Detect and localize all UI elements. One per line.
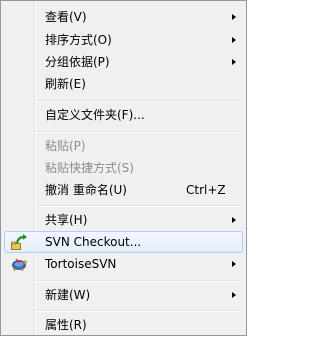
menu-separator	[36, 100, 241, 102]
menu-separator	[36, 310, 241, 312]
submenu-arrow-icon	[232, 59, 236, 65]
menu-item-label: 自定义文件夹(F)...	[45, 108, 145, 122]
menu-item-view[interactable]: 查看(V)	[4, 6, 243, 28]
menu-item-share[interactable]: 共享(H)	[4, 209, 243, 231]
submenu-arrow-icon	[232, 14, 236, 20]
menu-item-label: 排序方式(O)	[45, 33, 112, 47]
submenu-arrow-icon	[232, 217, 236, 223]
menu-item-label: 刷新(E)	[45, 77, 86, 91]
menu-item-label: 撤消 重命名(U)	[45, 183, 127, 197]
menu-item-label: SVN Checkout...	[45, 235, 142, 249]
menu-item-sort-by[interactable]: 排序方式(O)	[4, 29, 243, 51]
menu-item-shortcut: Ctrl+Z	[186, 183, 226, 197]
context-menu: 查看(V) 排序方式(O) 分组依据(P) 刷新(E) 自定义文件夹(F)...…	[0, 0, 247, 336]
menu-item-customize-folder[interactable]: 自定义文件夹(F)...	[4, 104, 243, 126]
tortoise-icon	[11, 256, 27, 272]
menu-item-properties[interactable]: 属性(R)	[4, 314, 243, 336]
menu-item-label: 属性(R)	[45, 318, 87, 332]
menu-item-label: 分组依据(P)	[45, 55, 110, 69]
menu-item-group-by[interactable]: 分组依据(P)	[4, 51, 243, 73]
submenu-arrow-icon	[232, 37, 236, 43]
menu-item-tortoisesvn[interactable]: TortoiseSVN	[4, 253, 243, 275]
menu-item-paste[interactable]: 粘贴(P)	[4, 135, 243, 157]
menu-item-refresh[interactable]: 刷新(E)	[4, 73, 243, 95]
menu-separator	[36, 131, 241, 133]
menu-item-label: 粘贴快捷方式(S)	[45, 161, 134, 175]
menu-item-label: 新建(W)	[45, 288, 91, 302]
svn-checkout-icon	[11, 234, 27, 250]
menu-separator	[36, 205, 241, 207]
menu-item-undo-rename[interactable]: 撤消 重命名(U) Ctrl+Z	[4, 179, 243, 201]
menu-item-label: 粘贴(P)	[45, 139, 86, 153]
submenu-arrow-icon	[232, 261, 236, 267]
menu-item-new[interactable]: 新建(W)	[4, 284, 243, 306]
menu-item-label: 查看(V)	[45, 10, 87, 24]
menu-item-svn-checkout[interactable]: SVN Checkout...	[4, 231, 243, 253]
menu-item-label: TortoiseSVN	[45, 257, 117, 271]
submenu-arrow-icon	[232, 292, 236, 298]
menu-separator	[36, 280, 241, 282]
menu-item-label: 共享(H)	[45, 213, 88, 227]
menu-item-paste-shortcut[interactable]: 粘贴快捷方式(S)	[4, 157, 243, 179]
